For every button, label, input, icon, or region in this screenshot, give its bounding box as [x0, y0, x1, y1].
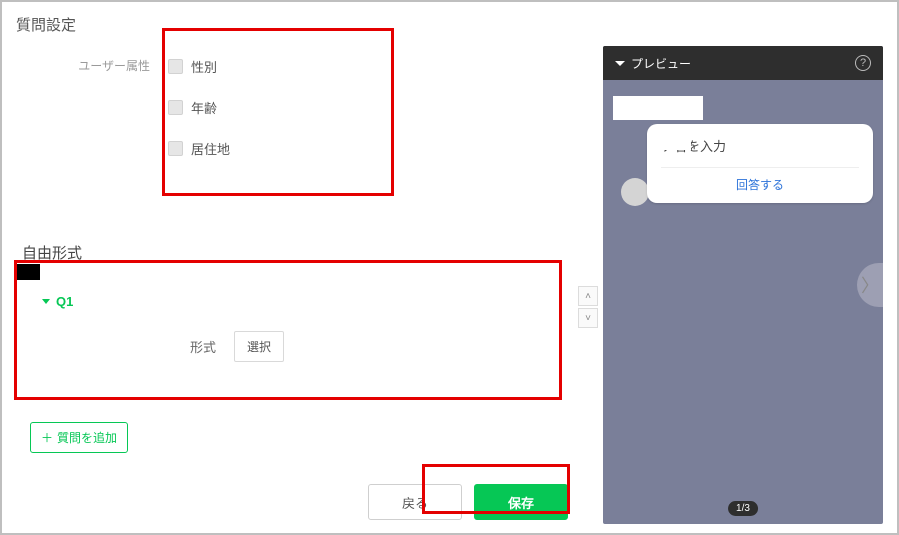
move-down-button[interactable]: ˅ — [578, 308, 598, 328]
chevron-right-icon: 〉 — [861, 272, 879, 298]
checkbox-label: 性別 — [191, 57, 217, 76]
question-card: Q1 形式 選択 — [30, 284, 576, 408]
checkbox-icon — [168, 59, 183, 74]
checkbox-gender[interactable]: 性別 — [168, 57, 230, 76]
back-button[interactable]: 戻る — [368, 484, 462, 520]
redaction-block — [16, 264, 40, 280]
save-button[interactable]: 保存 — [474, 484, 568, 520]
checkbox-icon — [168, 141, 183, 156]
preview-panel: プレビュー ? チ名を入力 回答する 〉 1/3 — [603, 46, 883, 524]
move-up-button[interactable]: ˄ — [578, 286, 598, 306]
checkbox-residence[interactable]: 居住地 — [168, 139, 230, 158]
free-form-title: 自由形式 — [22, 242, 82, 263]
question-id: Q1 — [56, 294, 73, 309]
add-question-button[interactable]: ＋ 質問を追加 — [30, 422, 128, 453]
preview-header: プレビュー ? — [603, 46, 883, 80]
avatar — [621, 178, 649, 206]
help-icon[interactable]: ? — [855, 55, 871, 71]
message-bubble: チ名を入力 回答する — [647, 124, 873, 203]
add-question-label: 質問を追加 — [57, 429, 117, 446]
user-attributes-label: ユーザー属性 — [16, 53, 168, 162]
chevron-down-icon — [42, 299, 50, 304]
question-reorder-controls: ˄ ˅ — [578, 286, 598, 328]
main-content: 質問設定 ユーザー属性 性別 年齢 居住地 自由形式 — [16, 14, 597, 521]
triangle-down-icon — [615, 61, 625, 66]
sender-name-placeholder — [613, 96, 703, 120]
section-title: 質問設定 — [16, 14, 597, 35]
user-attributes-row: ユーザー属性 性別 年齢 居住地 — [16, 53, 597, 162]
answer-link[interactable]: 回答する — [661, 167, 859, 193]
checkbox-label: 年齢 — [191, 98, 217, 117]
format-label: 形式 — [190, 337, 216, 356]
preview-title: プレビュー — [631, 55, 691, 72]
redaction-block — [657, 134, 691, 150]
app-frame: 質問設定 ユーザー属性 性別 年齢 居住地 自由形式 — [0, 0, 899, 535]
footer-buttons: 戻る 保存 — [368, 484, 568, 520]
question-header[interactable]: Q1 — [30, 284, 576, 319]
plus-icon: ＋ — [41, 429, 53, 446]
checkbox-label: 居住地 — [191, 139, 230, 158]
checkbox-icon — [168, 100, 183, 115]
question-body: 形式 選択 — [30, 331, 576, 362]
next-arrow-button[interactable]: 〉 — [857, 263, 883, 307]
pager-indicator: 1/3 — [728, 501, 758, 516]
format-select-button[interactable]: 選択 — [234, 331, 284, 362]
preview-body: チ名を入力 回答する — [613, 96, 873, 203]
checkbox-age[interactable]: 年齢 — [168, 98, 230, 117]
user-attributes-options: 性別 年齢 居住地 — [168, 53, 230, 162]
